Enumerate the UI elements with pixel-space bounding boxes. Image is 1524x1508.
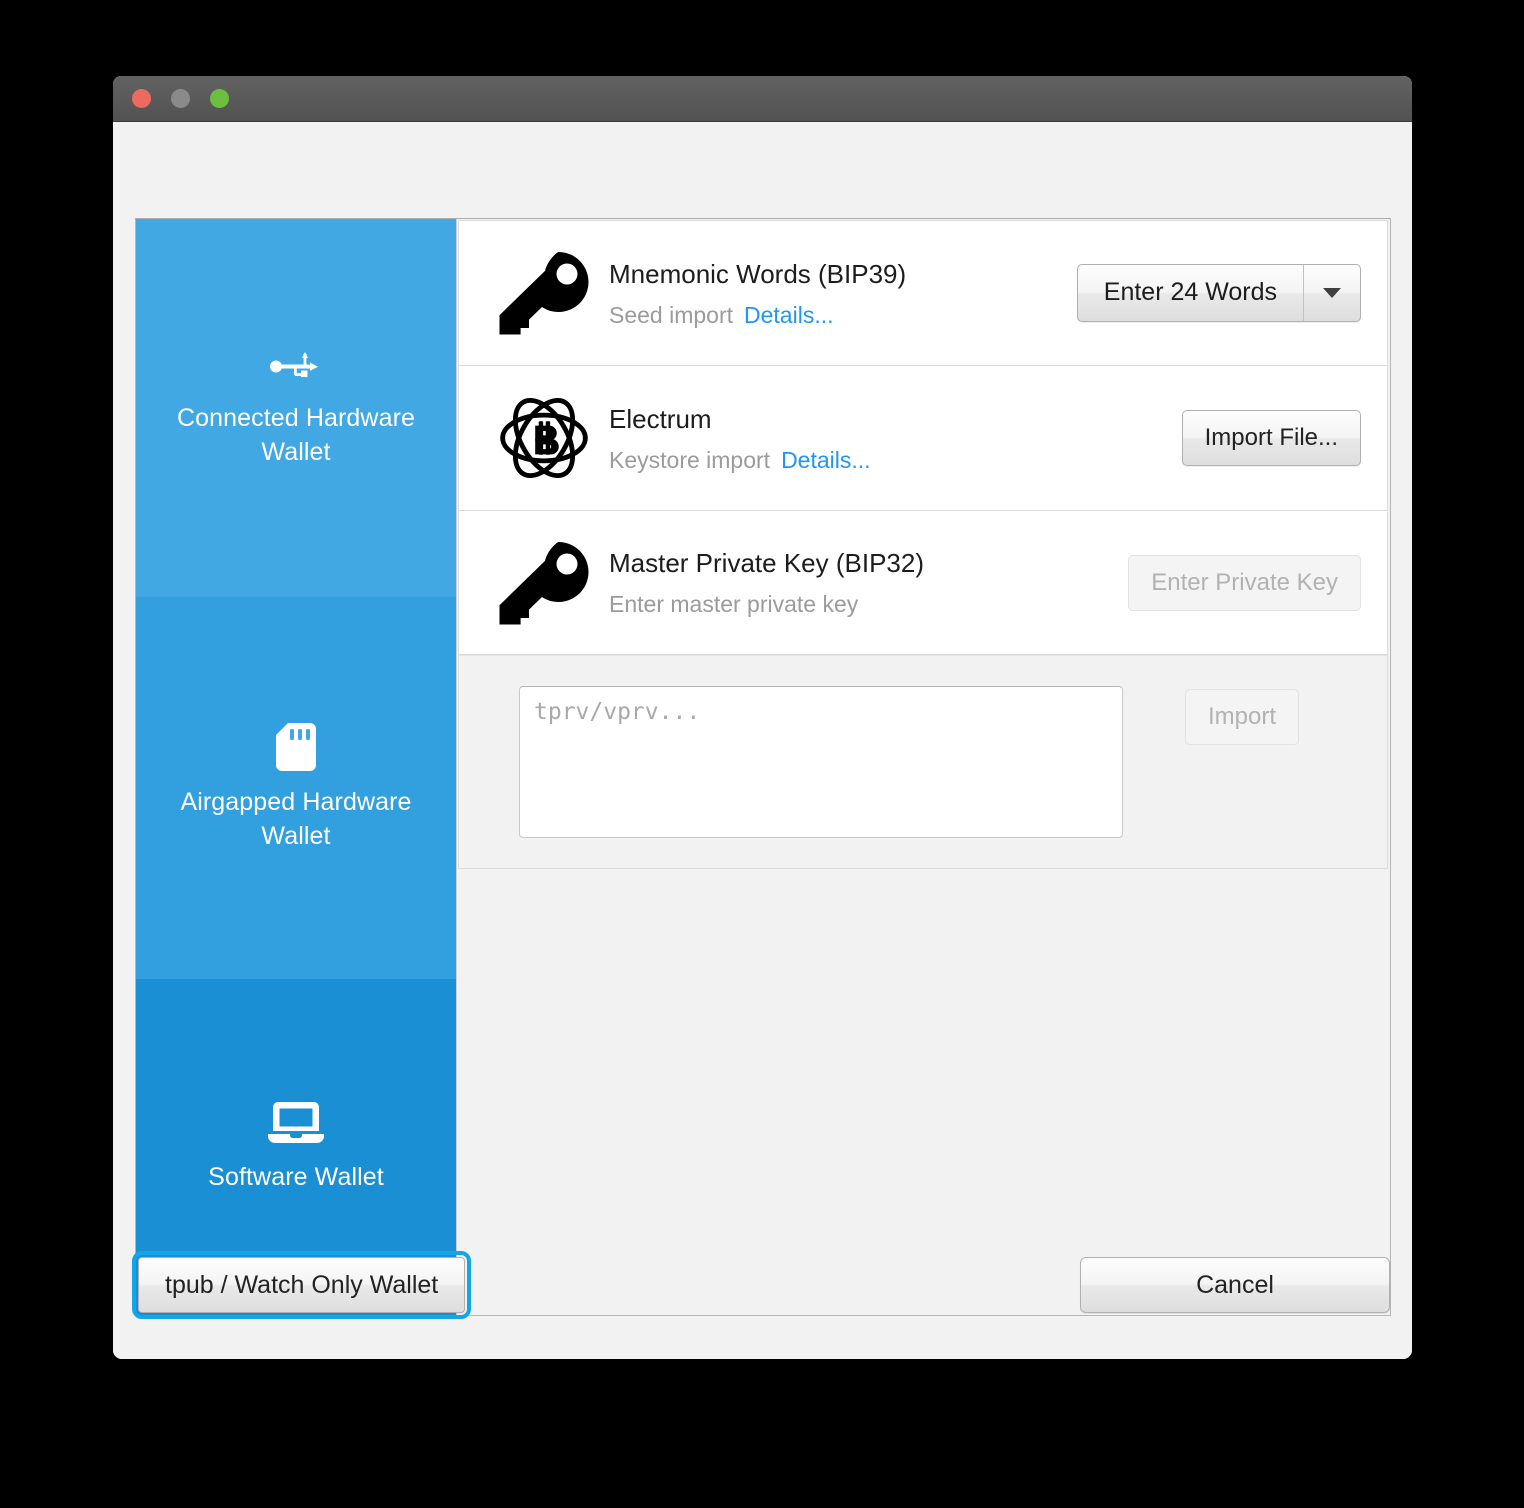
import-options-list: Mnemonic Words (BIP39) Seed import Detail… (457, 219, 1390, 1315)
watch-only-wallet-button[interactable]: tpub / Watch Only Wallet (131, 1251, 472, 1319)
cancel-button[interactable]: Cancel (1080, 1257, 1390, 1313)
import-option-action: Enter 24 Words (1076, 264, 1361, 322)
import-option-action: Import File... (1181, 410, 1361, 466)
import-file-button[interactable]: Import File... (1181, 410, 1361, 466)
maximize-window-button[interactable] (210, 89, 229, 108)
title-bar (113, 76, 1412, 122)
window-body: Connected Hardware Wallet Airgapped Hard… (113, 122, 1412, 1359)
wallet-import-pane: Connected Hardware Wallet Airgapped Hard… (135, 218, 1391, 1316)
private-key-input[interactable] (519, 686, 1123, 838)
laptop-icon (268, 1100, 324, 1146)
usb-icon (270, 347, 322, 387)
import-option-subtitle-text: Keystore import (609, 446, 771, 473)
import-option-text: Master Private Key (BIP32) Enter master … (603, 547, 1128, 618)
import-option-mnemonic-words[interactable]: Mnemonic Words (BIP39) Seed import Detail… (458, 220, 1388, 365)
import-button[interactable]: Import (1184, 689, 1299, 745)
import-option-title: Electrum (609, 403, 712, 434)
import-option-text: Electrum Keystore import Details... (603, 403, 1182, 474)
sdcard-icon (276, 723, 316, 771)
import-option-master-private-key[interactable]: Master Private Key (BIP32) Enter master … (458, 510, 1388, 655)
import-option-subtitle: Seed import Details... (609, 301, 1077, 329)
sidebar-item-connected-hardware-wallet[interactable]: Connected Hardware Wallet (136, 219, 456, 597)
dialog-footer: tpub / Watch Only Wallet Cancel (113, 1214, 1412, 1359)
import-option-electrum[interactable]: Electrum Keystore import Details... Impor… (458, 365, 1388, 510)
import-option-subtitle-text: Enter master private key (609, 591, 859, 617)
chevron-down-icon[interactable] (1303, 265, 1360, 321)
sidebar-item-airgapped-hardware-wallet[interactable]: Airgapped Hardware Wallet (136, 597, 456, 979)
enter-words-button-label[interactable]: Enter 24 Words (1078, 265, 1303, 321)
details-link[interactable]: Details... (781, 447, 870, 473)
private-key-entry-panel: Import (458, 655, 1388, 869)
details-link[interactable]: Details... (744, 302, 833, 328)
import-option-subtitle: Enter master private key (609, 590, 1128, 618)
electrum-icon (485, 394, 603, 482)
key-icon (485, 541, 603, 625)
sidebar-item-label: Connected Hardware Wallet (176, 404, 416, 466)
close-window-button[interactable] (132, 89, 151, 108)
import-option-subtitle-text: Seed import (609, 301, 734, 328)
private-key-import-action: Import (1123, 686, 1361, 745)
wallet-type-sidebar: Connected Hardware Wallet Airgapped Hard… (136, 219, 457, 1315)
enter-private-key-button[interactable]: Enter Private Key (1128, 554, 1361, 611)
key-icon (485, 251, 603, 335)
import-option-title: Mnemonic Words (BIP39) (609, 258, 907, 289)
sidebar-item-label: Software Wallet (208, 1163, 384, 1191)
minimize-window-button[interactable] (171, 89, 190, 108)
import-option-action: Enter Private Key (1128, 554, 1361, 611)
sidebar-item-label: Airgapped Hardware Wallet (180, 788, 412, 850)
enter-words-split-button[interactable]: Enter 24 Words (1076, 264, 1361, 322)
import-option-text: Mnemonic Words (BIP39) Seed import Detail… (603, 258, 1077, 329)
import-option-subtitle: Keystore import Details... (609, 446, 1182, 474)
application-window: Connected Hardware Wallet Airgapped Hard… (113, 76, 1412, 1359)
import-option-title: Master Private Key (BIP32) (609, 548, 924, 578)
